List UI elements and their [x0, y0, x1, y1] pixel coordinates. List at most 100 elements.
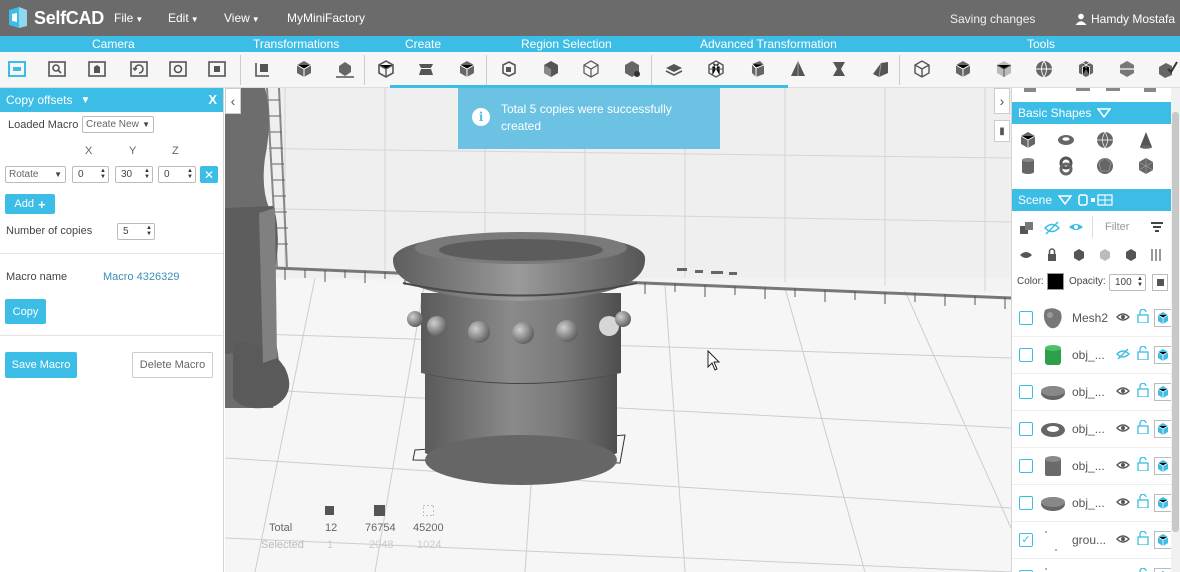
copies-input[interactable]: 5 ▲ ▼	[117, 223, 155, 240]
bend-icon[interactable]	[869, 58, 891, 80]
remove-offset-button[interactable]: ✕	[200, 166, 218, 183]
scene-item-checkbox[interactable]	[1019, 496, 1033, 510]
scale-tool-icon[interactable]	[334, 58, 356, 80]
unlock-icon[interactable]	[1137, 457, 1149, 471]
triangle-down-icon[interactable]	[1058, 195, 1073, 205]
object-cube-button[interactable]	[1154, 383, 1172, 401]
shape-sphere-icon[interactable]	[1095, 130, 1115, 150]
object-cube-button[interactable]	[1154, 494, 1172, 512]
visibility-eye-icon[interactable]	[1116, 311, 1130, 323]
tab-region-selection[interactable]: Region Selection	[521, 37, 612, 51]
basic-shapes-header[interactable]: Basic Shapes	[1012, 102, 1172, 124]
tab-transformations[interactable]: Transformations	[253, 37, 339, 51]
scene-item[interactable]: obj_...	[1012, 411, 1172, 448]
unlock-icon[interactable]	[1137, 494, 1149, 508]
camera-pan-icon[interactable]	[86, 58, 108, 80]
operation-select[interactable]: Rotate ▼	[5, 166, 66, 183]
collapse-left-panel-button[interactable]: ‹	[225, 88, 241, 114]
unlock-icon[interactable]	[1137, 420, 1149, 434]
scene-item-checkbox[interactable]	[1019, 311, 1033, 325]
scene-header[interactable]: Scene	[1012, 189, 1172, 211]
save-macro-button[interactable]: Save Macro	[5, 352, 77, 378]
taper-icon[interactable]	[787, 58, 809, 80]
unlock-icon[interactable]	[1137, 309, 1149, 323]
scrollbar-thumb[interactable]	[1172, 112, 1179, 532]
scene-item[interactable]: ✓ grou...	[1012, 522, 1172, 559]
visibility-eye-icon[interactable]	[1116, 348, 1130, 360]
solid-cube-icon[interactable]	[1072, 248, 1086, 262]
select-face-icon[interactable]	[540, 58, 562, 80]
add-offset-button[interactable]: Add +	[5, 194, 55, 214]
spinner-arrows-icon[interactable]: ▲ ▼	[144, 168, 150, 180]
color-swatch[interactable]	[1047, 273, 1064, 290]
faded-cube-icon[interactable]	[1098, 248, 1112, 262]
offset-x-input[interactable]: 0 ▲ ▼	[72, 166, 109, 183]
show-all-icon[interactable]	[1068, 221, 1084, 233]
unlock-icon[interactable]	[1137, 531, 1149, 545]
tab-camera[interactable]: Camera	[92, 37, 135, 51]
offset-y-input[interactable]: 30 ▲ ▼	[115, 166, 153, 183]
object-cube-button[interactable]	[1154, 309, 1172, 327]
tool-solid-icon[interactable]	[952, 58, 974, 80]
shape-polyhedron-icon[interactable]	[1136, 156, 1156, 176]
dark-cube-icon[interactable]	[1124, 248, 1138, 262]
macro-name-value[interactable]: Macro 4326329	[103, 271, 179, 283]
scene-item[interactable]: obj_...	[1012, 448, 1172, 485]
shape-icosphere-icon[interactable]	[1095, 156, 1115, 176]
columns-icon[interactable]	[1150, 248, 1164, 262]
visibility-eye-icon[interactable]	[1116, 496, 1130, 508]
delete-macro-button[interactable]: Delete Macro	[132, 352, 213, 378]
visibility-eye-icon[interactable]	[1116, 459, 1130, 471]
scene-item[interactable]: Mesh2	[1012, 300, 1172, 337]
unlock-icon[interactable]	[1137, 346, 1149, 360]
extrude-icon[interactable]	[663, 58, 685, 80]
rotate-tool-icon[interactable]	[293, 58, 315, 80]
spinner-arrows-icon[interactable]: ▲ ▼	[100, 168, 106, 180]
lock-icon[interactable]	[1047, 248, 1057, 261]
shape-torus-icon[interactable]	[1056, 130, 1076, 150]
offset-z-input[interactable]: 0 ▲ ▼	[158, 166, 196, 183]
scene-item-checkbox[interactable]	[1019, 385, 1033, 399]
close-panel-button[interactable]: X	[208, 92, 217, 107]
tool-hollow-icon[interactable]	[911, 58, 933, 80]
hide-all-icon[interactable]	[1044, 220, 1060, 236]
visibility-eye-icon[interactable]	[1116, 385, 1130, 397]
collapse-right-panel-button[interactable]: ›	[994, 88, 1010, 114]
move-tool-icon[interactable]	[252, 58, 274, 80]
visibility-eye-icon[interactable]	[1116, 533, 1130, 545]
select-edge-icon[interactable]	[580, 58, 602, 80]
shape-knot-icon[interactable]	[1056, 156, 1076, 176]
bevel-icon[interactable]	[746, 58, 768, 80]
select-object-icon[interactable]	[498, 58, 520, 80]
camera-reset-icon[interactable]	[167, 58, 189, 80]
tab-advanced-transformation[interactable]: Advanced Transformation	[700, 37, 837, 51]
object-cube-button[interactable]	[1154, 568, 1172, 572]
shape-cylinder-icon[interactable]	[1018, 156, 1038, 176]
scene-item-checkbox[interactable]	[1019, 422, 1033, 436]
subdivide-icon[interactable]	[705, 58, 727, 80]
menu-file[interactable]: File ▼	[114, 11, 143, 25]
panel-toggle-button[interactable]: ▮	[994, 120, 1010, 142]
spinner-arrows-icon[interactable]: ▲ ▼	[187, 168, 193, 180]
menu-view[interactable]: View ▼	[224, 11, 260, 25]
user-menu[interactable]: Hamdy Mostafa	[1075, 12, 1175, 26]
create-box-icon[interactable]	[456, 58, 478, 80]
collapse-caret-icon[interactable]: ▼	[80, 95, 90, 106]
visibility-eye-icon[interactable]	[1116, 422, 1130, 434]
object-cube-button[interactable]	[1154, 457, 1172, 475]
camera-front-icon[interactable]	[6, 58, 28, 80]
select-vertex-icon[interactable]	[621, 58, 643, 80]
create-cube-icon[interactable]	[375, 58, 397, 80]
scene-item-checkbox[interactable]	[1019, 348, 1033, 362]
loaded-macro-select[interactable]: Create New ▼	[82, 116, 154, 133]
scene-item[interactable]: obj_...	[1012, 337, 1172, 374]
app-logo[interactable]: SelfCAD	[6, 5, 104, 31]
scene-view-toggle-icon[interactable]	[1078, 194, 1118, 206]
tool-check-icon[interactable]	[1156, 58, 1178, 80]
spinner-arrows-icon[interactable]: ▲ ▼	[1137, 276, 1143, 288]
group-objects-icon[interactable]	[1020, 222, 1034, 234]
opacity-input[interactable]: 100 ▲ ▼	[1109, 274, 1146, 291]
object-cube-button[interactable]	[1154, 420, 1172, 438]
shape-cone-icon[interactable]	[1136, 130, 1156, 150]
tool-wireframe-icon[interactable]	[993, 58, 1015, 80]
